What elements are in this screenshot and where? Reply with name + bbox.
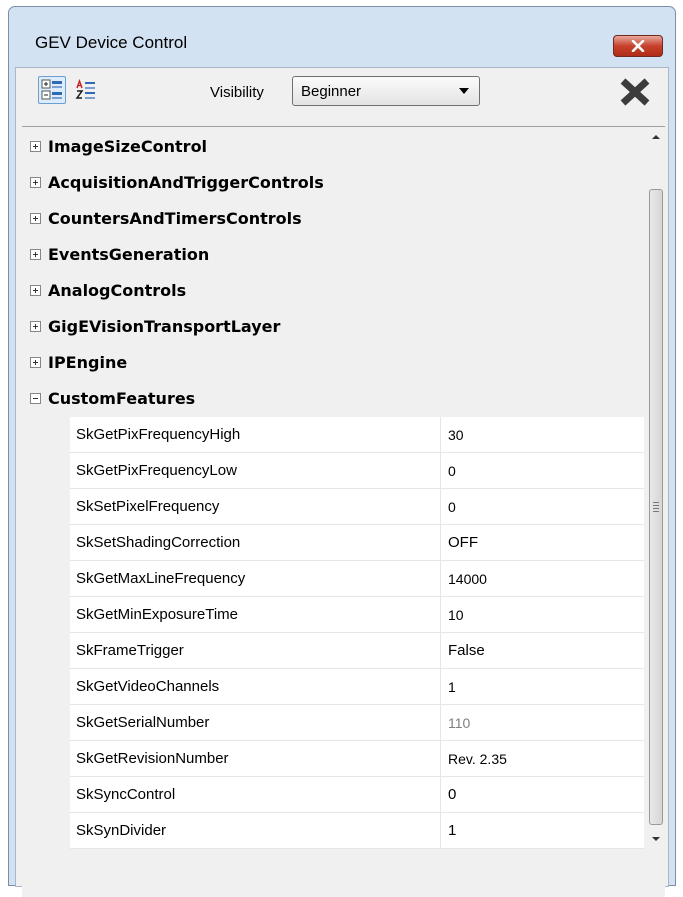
visibility-dropdown[interactable]: Beginner <box>292 76 480 106</box>
property-row[interactable]: SkGetSerialNumber 110 <box>70 705 644 741</box>
sort-alphabetical-icon <box>75 79 95 99</box>
column-divider <box>440 705 441 740</box>
expand-plus-icon[interactable] <box>30 285 41 296</box>
category-counters-and-timers-controls[interactable]: CountersAndTimersControls <box>22 201 644 237</box>
property-value[interactable]: 14000 <box>448 571 487 587</box>
category-label: EventsGeneration <box>48 245 210 264</box>
property-value[interactable]: 1 <box>448 822 456 839</box>
scrollbar-thumb[interactable] <box>649 189 663 825</box>
property-value[interactable]: 10 <box>448 607 464 623</box>
property-grid: ImageSizeControl AcquisitionAndTriggerCo… <box>22 126 665 897</box>
scrollbar-grip-icon <box>653 502 659 514</box>
category-label: CustomFeatures <box>48 389 196 408</box>
property-row[interactable]: SkSynDivider 1 <box>70 813 644 849</box>
column-divider <box>440 633 441 668</box>
column-divider <box>440 453 441 488</box>
property-row[interactable]: SkGetMinExposureTime 10 <box>70 597 644 633</box>
category-ip-engine[interactable]: IPEngine <box>22 345 644 381</box>
expand-plus-icon[interactable] <box>30 177 41 188</box>
property-name: SkGetPixFrequencyHigh <box>76 426 241 443</box>
property-value[interactable]: 1 <box>448 679 456 695</box>
category-analog-controls[interactable]: AnalogControls <box>22 273 644 309</box>
toolbar: Visibility Beginner <box>16 68 668 126</box>
category-events-generation[interactable]: EventsGeneration <box>22 237 644 273</box>
column-divider <box>440 525 441 560</box>
column-divider <box>440 813 441 848</box>
expand-plus-icon[interactable] <box>30 249 41 260</box>
vertical-scrollbar[interactable] <box>647 127 665 897</box>
property-row[interactable]: SkGetPixFrequencyLow 0 <box>70 453 644 489</box>
property-row[interactable]: SkSetPixelFrequency 0 <box>70 489 644 525</box>
property-name: SkGetPixFrequencyLow <box>76 462 237 479</box>
scroll-up-arrow-icon <box>652 135 660 139</box>
category-label: IPEngine <box>48 353 128 372</box>
visibility-selected-value: Beginner <box>301 83 362 100</box>
category-label: AcquisitionAndTriggerControls <box>48 173 324 192</box>
property-value-readonly: 110 <box>448 715 471 731</box>
expand-plus-icon[interactable] <box>30 141 41 152</box>
expand-plus-icon[interactable] <box>30 321 41 332</box>
expand-plus-icon[interactable] <box>30 357 41 368</box>
delete-button[interactable] <box>618 76 652 108</box>
category-custom-features[interactable]: CustomFeatures <box>22 381 644 417</box>
property-row[interactable]: SkGetRevisionNumber Rev. 2.35 <box>70 741 644 777</box>
column-divider <box>440 597 441 632</box>
title-bar[interactable]: GEV Device Control <box>9 7 675 63</box>
alphabetical-view-button[interactable] <box>72 76 100 104</box>
property-row[interactable]: SkGetVideoChannels 1 <box>70 669 644 705</box>
property-row[interactable]: SkGetMaxLineFrequency 14000 <box>70 561 644 597</box>
property-name: SkSetShadingCorrection <box>76 534 241 551</box>
column-divider <box>440 669 441 704</box>
category-acquisition-and-trigger-controls[interactable]: AcquisitionAndTriggerControls <box>22 165 644 201</box>
property-row[interactable]: SkSetShadingCorrection OFF <box>70 525 644 561</box>
property-value[interactable]: 30 <box>448 427 464 443</box>
property-name: SkGetMaxLineFrequency <box>76 570 246 587</box>
property-value[interactable]: Rev. 2.35 <box>448 751 507 767</box>
property-name: SkSyncControl <box>76 786 176 803</box>
column-divider <box>440 777 441 812</box>
property-value[interactable]: 0 <box>448 463 456 479</box>
close-icon <box>631 40 645 52</box>
property-row[interactable]: SkFrameTrigger False <box>70 633 644 669</box>
categorized-view-button[interactable] <box>38 76 66 104</box>
category-gige-vision-transport-layer[interactable]: GigEVisionTransportLayer <box>22 309 644 345</box>
client-area: Visibility Beginner ImageSizeControl Acq… <box>15 67 669 897</box>
property-row[interactable]: SkGetPixFrequencyHigh 30 <box>70 417 644 453</box>
property-name: SkGetRevisionNumber <box>76 750 229 767</box>
chevron-down-icon <box>459 88 469 94</box>
category-label: GigEVisionTransportLayer <box>48 317 281 336</box>
property-name: SkGetVideoChannels <box>76 678 220 695</box>
column-divider <box>440 561 441 596</box>
property-name: SkGetMinExposureTime <box>76 606 238 623</box>
visibility-label: Visibility <box>210 84 264 101</box>
category-label: AnalogControls <box>48 281 187 300</box>
property-value[interactable]: 0 <box>448 786 456 803</box>
window-title: GEV Device Control <box>35 33 188 52</box>
gev-device-control-window: GEV Device Control Visibility Beginner I… <box>8 6 676 897</box>
scroll-down-button[interactable] <box>647 829 665 849</box>
close-button[interactable] <box>613 35 663 57</box>
column-divider <box>440 741 441 776</box>
expand-plus-icon[interactable] <box>30 213 41 224</box>
category-image-size-control[interactable]: ImageSizeControl <box>22 129 644 165</box>
property-name: SkFrameTrigger <box>76 642 184 659</box>
property-name: SkSetPixelFrequency <box>76 498 220 515</box>
categorized-view-icon <box>41 79 62 100</box>
delete-x-icon <box>620 78 650 106</box>
scroll-down-arrow-icon <box>652 837 660 841</box>
property-name: SkSynDivider <box>76 822 167 839</box>
scroll-up-button[interactable] <box>647 127 665 147</box>
column-divider <box>440 489 441 524</box>
property-row[interactable]: SkSyncControl 0 <box>70 777 644 813</box>
property-value[interactable]: 0 <box>448 499 456 515</box>
collapse-minus-icon[interactable] <box>30 393 41 404</box>
category-label: ImageSizeControl <box>48 137 208 156</box>
column-divider <box>440 417 441 452</box>
category-label: CountersAndTimersControls <box>48 209 302 228</box>
property-value[interactable]: OFF <box>448 534 478 551</box>
property-name: SkGetSerialNumber <box>76 714 210 731</box>
property-value[interactable]: False <box>448 642 485 659</box>
